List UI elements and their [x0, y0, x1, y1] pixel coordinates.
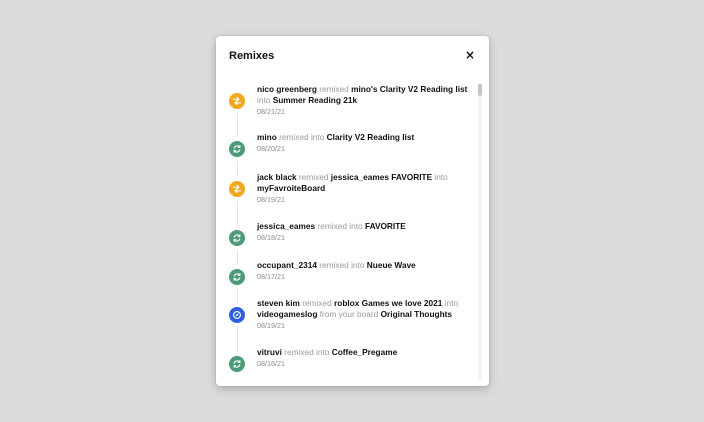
- timeline-connector: [237, 250, 238, 265]
- sync-icon: [229, 356, 245, 372]
- activity-link[interactable]: mino's Clarity V2 Reading list: [351, 84, 467, 94]
- activity-connector-text: from your board: [317, 309, 381, 319]
- timeline-connector: [237, 161, 238, 177]
- activity-connector-text: into: [432, 172, 448, 182]
- activity-link[interactable]: myFavroiteBoard: [257, 183, 325, 193]
- activity-link[interactable]: vitruvi: [257, 347, 282, 357]
- activity-link[interactable]: nico greenberg: [257, 84, 317, 94]
- activity-text: jack black remixed jessica_eames FAVORIT…: [257, 172, 475, 194]
- activity-link[interactable]: Original Thoughts: [381, 309, 452, 319]
- activity-link[interactable]: Clarity V2 Reading list: [327, 132, 415, 142]
- activity-date: 08/16/21: [257, 359, 285, 368]
- activity-date: 08/17/21: [257, 272, 285, 281]
- activity-date: 08/18/21: [257, 233, 285, 242]
- activity-link[interactable]: videogameslog: [257, 309, 317, 319]
- activity-text: steven kim remixed roblox Games we love …: [257, 298, 475, 320]
- activity-link[interactable]: FAVORITE: [365, 221, 406, 231]
- activity-link[interactable]: roblox Games we love 2021: [334, 298, 442, 308]
- activity-link[interactable]: jack black: [257, 172, 297, 182]
- modal-title: Remixes: [229, 50, 275, 62]
- scrollbar-track[interactable]: [478, 83, 482, 380]
- activity-connector-text: remixed into: [276, 132, 327, 142]
- activity-connector-text: remixed: [316, 84, 352, 94]
- sync-icon: [229, 230, 245, 246]
- activity-text: nico greenberg remixed mino's Clarity V2…: [257, 84, 475, 106]
- activity-link[interactable]: occupant_2314: [257, 260, 317, 270]
- timeline-connector: [237, 201, 238, 226]
- activity-scroll-area[interactable]: nico greenberg remixed mino's Clarity V2…: [216, 80, 489, 380]
- activity-link[interactable]: Nueue Wave: [367, 260, 416, 270]
- activity-link[interactable]: steven kim: [257, 298, 300, 308]
- activity-date: 08/20/21: [257, 144, 285, 153]
- activity-link[interactable]: Coffee_Pregame: [332, 347, 397, 357]
- activity-connector-text: remixed: [299, 298, 335, 308]
- timeline-connector: [237, 113, 238, 137]
- shuffle-icon: [229, 181, 245, 197]
- timeline-connector: [237, 289, 238, 303]
- activity-link[interactable]: jessica_eames: [257, 221, 315, 231]
- activity-text: mino remixed into Clarity V2 Reading lis…: [257, 132, 475, 143]
- activity-date: 08/21/21: [257, 107, 285, 116]
- activity-connector-text: into: [257, 95, 273, 105]
- activity-date: 08/19/21: [257, 195, 285, 204]
- activity-link[interactable]: mino: [257, 132, 277, 142]
- sync-icon: [229, 269, 245, 285]
- scrollbar-thumb[interactable]: [478, 84, 482, 96]
- activity-text: occupant_2314 remixed into Nueue Wave: [257, 260, 475, 271]
- activity-connector-text: into: [442, 298, 459, 308]
- remixes-modal: Remixes × nico greenberg remixed mino's …: [216, 36, 489, 386]
- timeline-connector: [237, 327, 238, 352]
- sync-icon: [229, 141, 245, 157]
- activity-connector-text: remixed: [296, 172, 331, 182]
- activity-date: 08/19/21: [257, 321, 285, 330]
- compass-icon: [229, 307, 245, 323]
- activity-text: jessica_eames remixed into FAVORITE: [257, 221, 475, 232]
- activity-connector-text: remixed into: [281, 347, 332, 357]
- activity-link[interactable]: Summer Reading 21k: [273, 95, 357, 105]
- activity-connector-text: remixed into: [316, 260, 367, 270]
- activity-connector-text: remixed into: [315, 221, 365, 231]
- shuffle-icon: [229, 93, 245, 109]
- activity-link[interactable]: jessica_eames FAVORITE: [331, 172, 432, 182]
- activity-text: vitruvi remixed into Coffee_Pregame: [257, 347, 475, 358]
- close-button[interactable]: ×: [463, 48, 477, 62]
